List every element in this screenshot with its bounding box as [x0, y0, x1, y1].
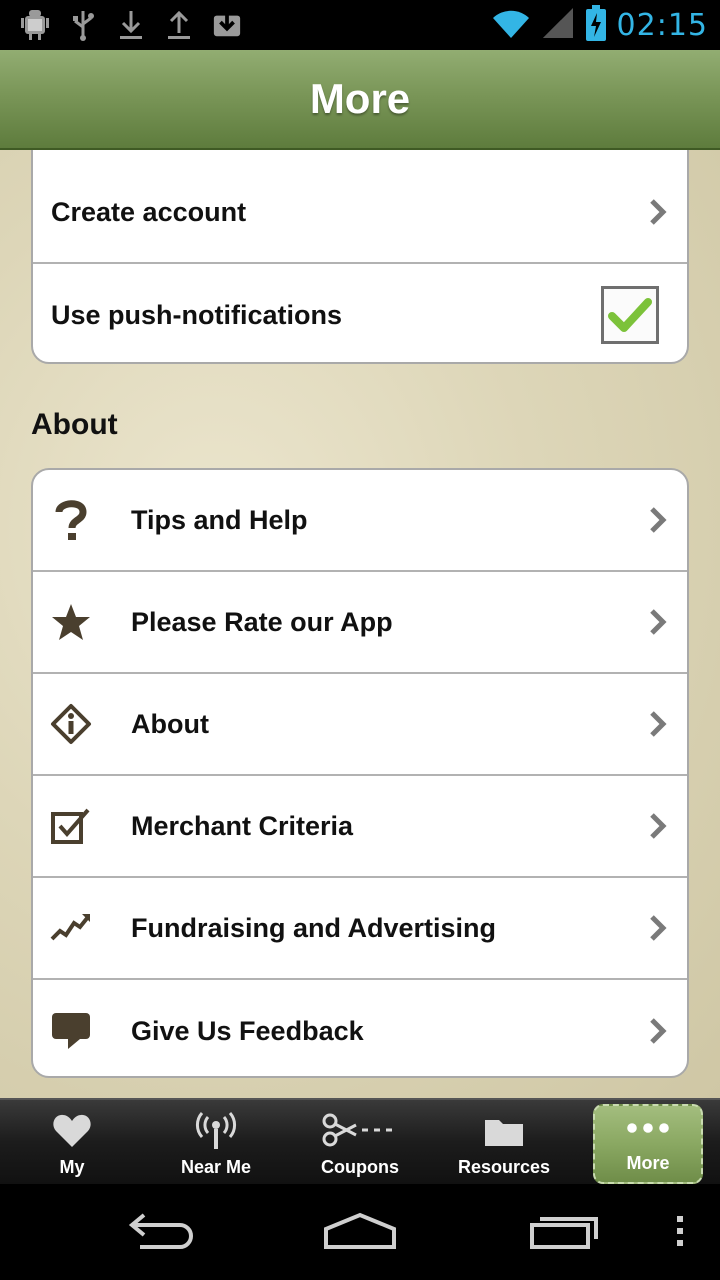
chevron-right-icon [650, 1018, 667, 1044]
about-label: About [131, 708, 209, 739]
scissors-icon [320, 1109, 400, 1153]
tab-more-label: More [626, 1153, 670, 1173]
upload-icon [164, 6, 194, 42]
account-settings-card: Create account Use push-notifications [31, 150, 689, 364]
clock-time: 02:15 [616, 8, 708, 43]
tab-my[interactable]: My [0, 1100, 144, 1186]
tab-coupons-label: Coupons [321, 1157, 399, 1177]
content-area[interactable]: Create account Use push-notifications Ab… [0, 150, 720, 1098]
tab-near-me[interactable]: Near Me [144, 1100, 288, 1186]
battery-charging-icon [585, 4, 607, 47]
signal-icon [541, 6, 575, 45]
android-debug-icon [20, 6, 50, 42]
usb-icon [68, 6, 98, 42]
download-box-icon [212, 6, 242, 42]
fundraising-advertising-row[interactable]: Fundraising and Advertising [33, 878, 687, 980]
chevron-right-icon [650, 199, 667, 225]
create-account-label: Create account [51, 196, 247, 227]
chevron-right-icon [650, 813, 667, 839]
download-icon [116, 6, 146, 42]
tab-more[interactable]: More [593, 1104, 703, 1184]
section-heading-about: About [31, 408, 118, 441]
create-account-row[interactable]: Create account [33, 162, 687, 264]
tab-resources[interactable]: Resources [432, 1100, 576, 1186]
speech-bubble-icon [49, 1009, 93, 1053]
page-title: More [309, 75, 411, 122]
rate-app-label: Please Rate our App [131, 606, 393, 637]
more-dots-icon [624, 1106, 672, 1149]
merchant-criteria-row[interactable]: Merchant Criteria [33, 776, 687, 878]
fundraising-advertising-label: Fundraising and Advertising [131, 912, 497, 943]
recent-apps-button[interactable] [524, 1206, 604, 1256]
feedback-label: Give Us Feedback [131, 1015, 364, 1046]
system-nav-bar [0, 1184, 720, 1280]
star-icon [49, 600, 93, 644]
tips-and-help-label: Tips and Help [131, 504, 308, 535]
rate-app-row[interactable]: Please Rate our App [33, 572, 687, 674]
merchant-criteria-label: Merchant Criteria [131, 810, 354, 841]
about-card: Tips and Help Please Rate our App About … [31, 468, 689, 1078]
folder-icon [480, 1109, 528, 1153]
wifi-icon [491, 6, 531, 45]
checkmark-icon [608, 298, 652, 332]
chevron-right-icon [650, 507, 667, 533]
overflow-menu-button[interactable] [668, 1206, 692, 1256]
title-bar: More [0, 50, 720, 150]
push-notifications-label: Use push-notifications [51, 299, 343, 330]
about-row[interactable]: About [33, 674, 687, 776]
overflow-dots-icon [677, 1216, 683, 1246]
bottom-tab-bar: My Near Me Coupons Resources More [0, 1098, 720, 1184]
push-notifications-row[interactable]: Use push-notifications [33, 264, 687, 362]
status-bar: 02:15 [0, 0, 720, 50]
back-arrow-icon [128, 1213, 193, 1249]
feedback-row[interactable]: Give Us Feedback [33, 980, 687, 1076]
checkmark-box-icon [49, 804, 93, 848]
antenna-icon [192, 1109, 240, 1153]
tips-and-help-row[interactable]: Tips and Help [33, 470, 687, 572]
chevron-right-icon [650, 915, 667, 941]
home-icon [324, 1212, 396, 1249]
tab-near-me-label: Near Me [180, 1157, 252, 1177]
chevron-right-icon [650, 609, 667, 635]
tab-resources-label: Resources [457, 1157, 551, 1177]
question-mark-icon [49, 498, 93, 542]
chevron-right-icon [650, 711, 667, 737]
back-button[interactable] [120, 1206, 200, 1256]
heart-icon [48, 1109, 96, 1153]
trend-chart-icon [49, 906, 93, 950]
home-button[interactable] [320, 1206, 400, 1256]
info-icon [49, 702, 93, 746]
tab-my-label: My [59, 1157, 85, 1177]
recent-apps-icon [530, 1217, 598, 1249]
tab-coupons[interactable]: Coupons [288, 1100, 432, 1186]
push-notifications-checkbox[interactable] [601, 286, 659, 344]
